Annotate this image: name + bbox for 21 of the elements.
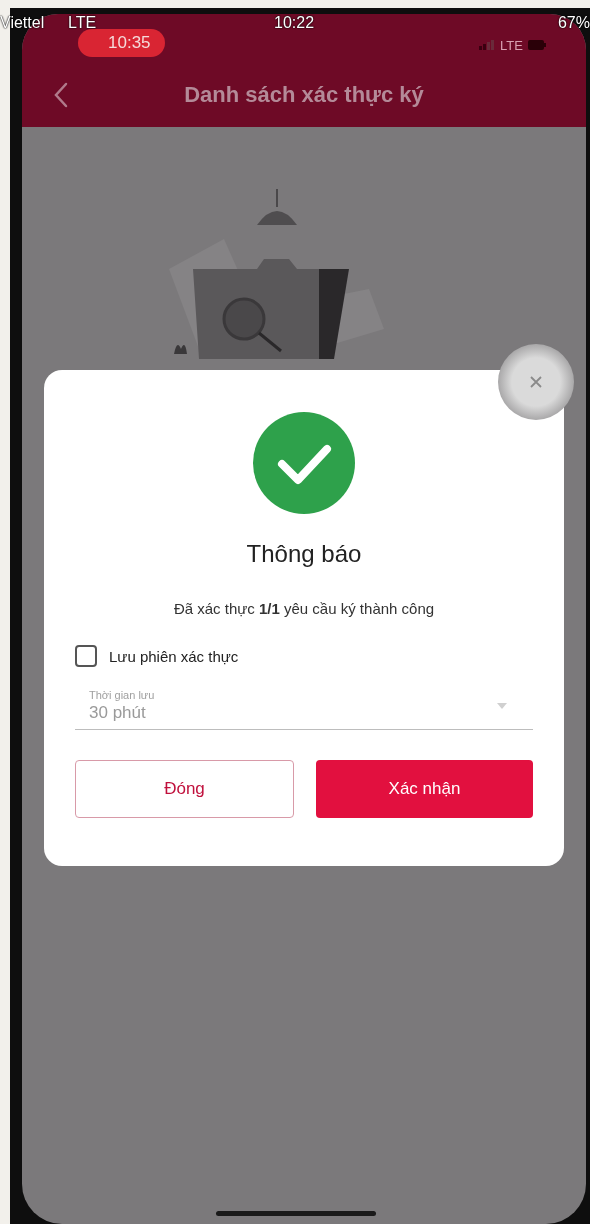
screen-title: Danh sách xác thực ký	[183, 81, 425, 108]
close-dialog-button[interactable]: Đóng	[75, 760, 294, 818]
clock-time: 10:22	[274, 14, 315, 32]
signal-icon	[479, 40, 496, 50]
checkbox[interactable]	[75, 645, 97, 667]
success-check-icon	[253, 412, 355, 514]
battery-icon	[528, 40, 546, 50]
battery-percent: 67%	[557, 14, 590, 32]
dialog-message: Đã xác thực 1/1 yêu cầu ký thành công	[173, 600, 435, 617]
close-icon	[529, 375, 543, 389]
caret-icon	[497, 703, 507, 709]
checkbox-label: Lưu phiên xác thực	[109, 647, 239, 665]
network-label: LTE	[68, 14, 97, 32]
recording-time-badge: 10:35	[78, 29, 165, 57]
back-icon[interactable]	[54, 81, 68, 108]
duration-dropdown[interactable]: Thời gian lưu 30 phút	[75, 689, 533, 730]
network-label: LTE	[500, 37, 523, 53]
confirm-button[interactable]: Xác nhận	[316, 760, 533, 818]
field-value: 30 phút	[89, 703, 147, 723]
dialog-title: Thông báo	[246, 540, 362, 568]
field-label: Thời gian lưu	[89, 689, 155, 701]
